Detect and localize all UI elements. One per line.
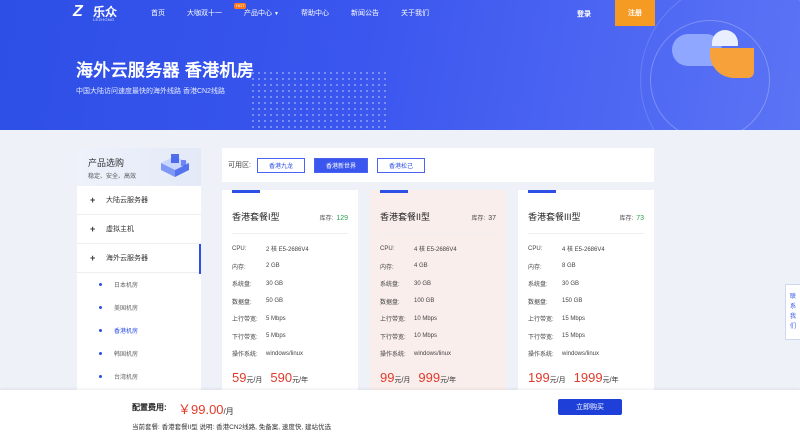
dot-pattern [250,70,390,130]
plus-icon: + [90,224,96,234]
nav-products[interactable]: 产品中心 ▼ [244,8,279,18]
spec-upload: 上行带宽: 10 Mbps [380,315,438,324]
spec-system-disk: 系统盘: 30 GB [528,280,580,289]
region-label: 可用区: [228,162,251,169]
bullet-dot [99,283,102,286]
spec-data-disk: 数据盘: 50 GB [232,298,284,306]
current-plan-text: 当前套餐: 香港套餐II型 说明: 香港CN2线路, 免备案, 速度快, 建站优… [132,424,331,431]
spec-system-disk: 系统盘: 30 GB [232,280,284,289]
plan-card[interactable]: 香港套餐III型 库存: 73 CPU: 4 核 E5-2686V4 内存: 8 GB… [518,190,654,393]
plan-top-accent [380,190,408,193]
spec-os: 操作系统: windows/linux [380,350,452,359]
logo-text: 乐众 [93,4,118,19]
spec-upload: 上行带宽: 15 Mbps [528,315,586,324]
plan-stock: 库存: 37 [471,215,496,222]
price-month: 99元/月 [380,370,411,385]
plan-card[interactable]: 香港套餐I型 库存: 129 CPU: 2 核 E5-2686V4 内存: 2 GB … [222,190,358,393]
order-bar: 配置费用: ￥99.00/月 当前套餐: 香港套餐II型 说明: 香港CN2线路… [0,390,800,435]
spec-data-disk: 数据盘: 150 GB [528,298,583,306]
plan-list: 香港套餐I型 库存: 129 CPU: 2 核 E5-2686V4 内存: 2 GB … [222,190,654,393]
region-selector: 可用区: 香港九龙 香港新世界 香港松己 [222,148,654,182]
spec-download: 下行带宽: 5 Mbps [232,333,286,341]
chevron-down-icon: ▼ [274,11,279,17]
plan-card-selected[interactable]: 香港套餐II型 库存: 37 CPU: 4 核 E5-2686V4 内存: 4 GB … [370,190,506,393]
plan-stock: 库存: 129 [319,215,348,222]
plan-name: 香港套餐I型 [232,212,280,222]
contact-us-tab[interactable]: 联系我们 [785,284,800,340]
sidebar-sub-japan[interactable]: 日本机房 [77,273,201,296]
sidebar-sub-taiwan[interactable]: 台湾机房 [77,365,201,388]
bullet-dot [99,329,102,332]
spec-memory: 内存: 4 GB [380,263,428,271]
page-title: 海外云服务器 香港机房 [76,61,255,80]
sidebar-active-indicator [199,244,201,274]
plan-stock: 库存: 73 [619,215,644,222]
spec-cpu: CPU: 4 核 E5-2686V4 [528,245,605,254]
spec-memory: 内存: 8 GB [528,263,576,271]
main-panel: 可用区: 香港九龙 香港新世界 香港松己 香港套餐I型 库存: 129 CPU: 2… [222,148,654,393]
plus-icon: + [90,195,96,205]
nav-news[interactable]: 新闻公告 [351,8,379,18]
bullet-dot [99,306,102,309]
plan-price: 99元/月 999元/年 [380,370,456,385]
price-year: 590元/年 [270,370,309,385]
spec-cpu: CPU: 2 核 E5-2686V4 [232,245,309,254]
spec-cpu: CPU: 4 核 E5-2686V4 [380,245,457,254]
top-nav: Z 乐众 LEZHONG 首页 大咖双十一 HOT 产品中心 ▼ 帮助中心 新闻公告… [0,0,800,26]
price-year: 1999元/年 [573,370,619,385]
price-year: 999元/年 [418,370,457,385]
spec-system-disk: 系统盘: 30 GB [380,280,432,289]
sidebar-item-mainland-cloud[interactable]: + 大陆云服务器 [77,186,201,215]
region-option-kowloon[interactable]: 香港九龙 [256,157,305,173]
page-subtitle: 中国大陆访问速度最快的海外线路 香港CN2线路 [76,88,225,95]
plan-price: 59元/月 590元/年 [232,370,308,385]
nav-home[interactable]: 首页 [151,8,165,18]
plan-name: 香港套餐II型 [380,212,431,222]
nav-menu: 首页 大咖双十一 HOT 产品中心 ▼ 帮助中心 新闻公告 关于我们 [151,3,451,18]
plan-price: 199元/月 1999元/年 [528,370,619,385]
hero-banner: Z 乐众 LEZHONG 首页 大咖双十一 HOT 产品中心 ▼ 帮助中心 新闻公告… [0,0,800,130]
spec-os: 操作系统: windows/linux [232,350,304,359]
logo-z-icon: Z [73,3,83,20]
config-fee-value: ￥99.00/月 [178,402,234,417]
plan-name: 香港套餐III型 [528,212,581,222]
nav-double11[interactable]: 大咖双十一 HOT [187,3,247,18]
spec-download: 下行带宽: 10 Mbps [380,333,438,341]
sidebar-sub-usa[interactable]: 美国机房 [77,296,201,319]
spec-os: 操作系统: windows/linux [528,350,600,359]
spec-memory: 内存: 2 GB [232,263,280,271]
product-sidebar: 产品选购 稳定、安全、高效 + 大陆云服务器 + 虚拟主机 + 海外云服务器 日本机房… [77,148,201,393]
logo-subtext: LEZHONG [93,17,115,22]
register-button[interactable]: 注册 [615,0,655,26]
plan-top-accent [528,190,556,193]
server-illustration-icon [161,154,189,177]
spec-upload: 上行带宽: 5 Mbps [232,315,286,324]
config-fee-label: 配置费用: [132,403,167,412]
region-option-new-world[interactable]: 香港新世界 [313,157,368,173]
sidebar-item-overseas-cloud[interactable]: + 海外云服务器 [77,244,201,273]
plus-icon: + [90,253,96,263]
login-link[interactable]: 登录 [577,9,591,19]
sidebar-header: 产品选购 稳定、安全、高效 [77,148,201,186]
nav-about[interactable]: 关于我们 [401,8,429,18]
plan-top-accent [232,190,260,193]
price-month: 59元/月 [232,370,263,385]
sidebar-sub-hongkong[interactable]: 香港机房 [77,319,201,342]
nav-help[interactable]: 帮助中心 [301,8,329,18]
logo[interactable]: Z 乐众 LEZHONG [73,3,118,23]
region-option-third[interactable]: 香港松己 [376,157,425,173]
sidebar-item-virtual-host[interactable]: + 虚拟主机 [77,215,201,244]
spec-data-disk: 数据盘: 100 GB [380,298,435,306]
buy-now-button[interactable]: 立即购买 [558,399,622,415]
spec-download: 下行带宽: 15 Mbps [528,333,586,341]
sidebar-sub-korea[interactable]: 韩国机房 [77,342,201,365]
bullet-dot [99,375,102,378]
bullet-dot [99,352,102,355]
price-month: 199元/月 [528,370,566,385]
